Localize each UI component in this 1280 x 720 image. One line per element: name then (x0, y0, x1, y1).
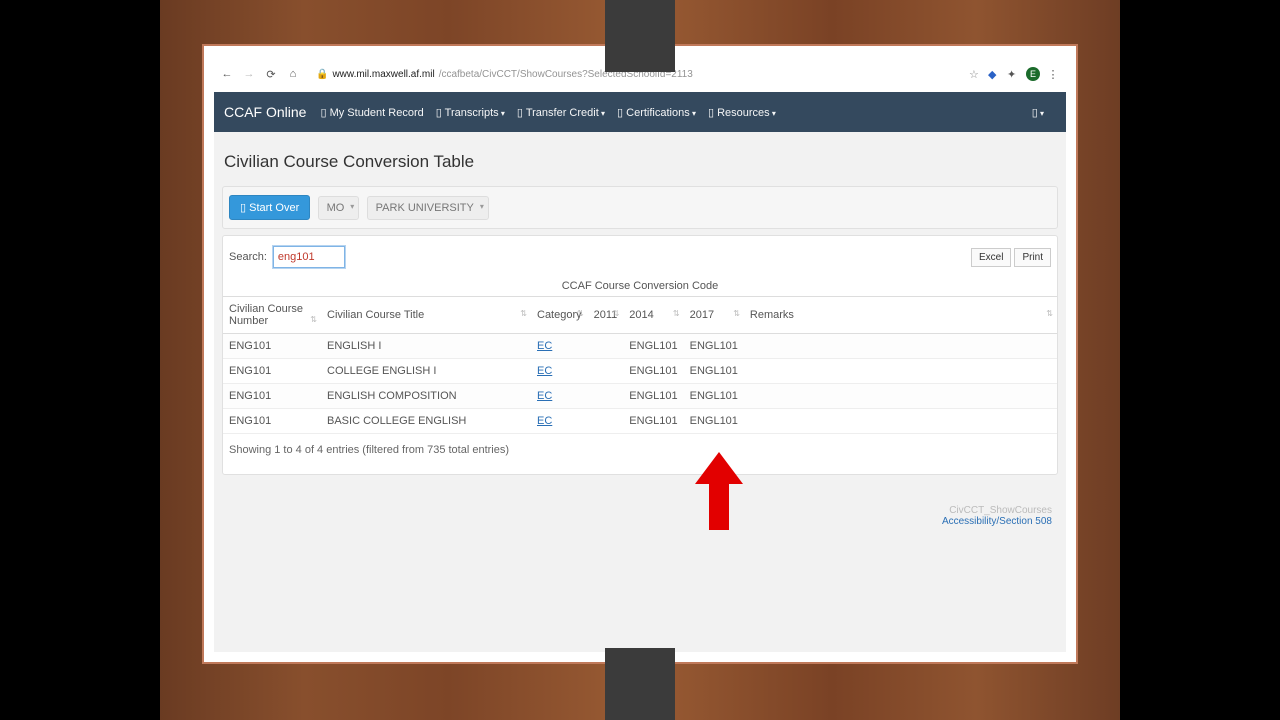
cell-2017: ENGL101 (684, 409, 744, 434)
results-table: Civilian Course Number⇅ Civilian Course … (223, 296, 1057, 434)
cell-2014: ENGL101 (623, 334, 683, 359)
entries-info: Showing 1 to 4 of 4 entries (filtered fr… (223, 434, 1057, 474)
cell-course-number: ENG101 (223, 384, 321, 409)
clipboard-clip-top (605, 0, 675, 72)
category-link[interactable]: EC (537, 390, 552, 402)
col-remarks[interactable]: Remarks⇅ (744, 297, 1057, 334)
cell-remarks (744, 384, 1057, 409)
grid-caption: CCAF Course Conversion Code (223, 272, 1057, 296)
filter-panel: ▯ Start Over MO PARK UNIVERSITY (222, 186, 1058, 229)
browser-window: ← → ⟳ ⌂ 🔒 www.mil.maxwell.af.mil/ccafbet… (214, 56, 1066, 652)
cell-2014: ENGL101 (623, 409, 683, 434)
cell-2014: ENGL101 (623, 359, 683, 384)
cell-course-title: ENGLISH COMPOSITION (321, 384, 531, 409)
nav-back-icon[interactable]: ← (220, 68, 234, 80)
col-2014[interactable]: 2014⇅ (623, 297, 683, 334)
app-navbar: CCAF Online ▯ My Student Record ▯ Transc… (214, 92, 1066, 132)
nav-resources[interactable]: ▯ Resources (708, 106, 776, 119)
col-2017[interactable]: 2017⇅ (684, 297, 744, 334)
page-footer: CivCCT_ShowCourses Accessibility/Section… (222, 475, 1058, 533)
cell-course-title: COLLEGE ENGLISH I (321, 359, 531, 384)
nav-my-student-record[interactable]: ▯ My Student Record (320, 106, 423, 119)
school-select[interactable]: PARK UNIVERSITY (367, 196, 489, 220)
annotation-arrow-icon (695, 452, 743, 530)
cell-category: EC (531, 359, 588, 384)
cell-category: EC (531, 384, 588, 409)
footer-crumb: CivCCT_ShowCourses (222, 505, 1052, 516)
page-title: Civilian Course Conversion Table (224, 152, 1058, 172)
accessibility-link[interactable]: Accessibility/Section 508 (942, 516, 1052, 527)
cell-2011 (588, 409, 624, 434)
col-category[interactable]: Category⇅ (531, 297, 588, 334)
bookmark-star-icon[interactable]: ☆ (969, 68, 982, 81)
cell-course-title: ENGLISH I (321, 334, 531, 359)
print-button[interactable]: Print (1014, 248, 1051, 267)
col-course-number[interactable]: Civilian Course Number⇅ (223, 297, 321, 334)
category-link[interactable]: EC (537, 365, 552, 377)
nav-user-menu[interactable]: ▯ (1032, 106, 1044, 119)
profile-avatar[interactable]: E (1026, 67, 1040, 81)
col-2011[interactable]: 2011⇅ (588, 297, 624, 334)
nav-transcripts[interactable]: ▯ Transcripts (436, 106, 505, 119)
url-host: www.mil.maxwell.af.mil (332, 69, 434, 80)
table-row: ENG101BASIC COLLEGE ENGLISH EC ENGL101ENGL… (223, 409, 1057, 434)
cell-category: EC (531, 409, 588, 434)
extension-icon[interactable]: ◆ (988, 68, 1001, 81)
cell-2017: ENGL101 (684, 334, 744, 359)
category-link[interactable]: EC (537, 340, 552, 352)
search-input[interactable] (273, 246, 345, 268)
kebab-menu-icon[interactable]: ⋮ (1046, 68, 1060, 81)
lock-icon: 🔒 (316, 69, 328, 80)
start-over-button[interactable]: ▯ Start Over (229, 195, 310, 220)
cell-2014: ENGL101 (623, 384, 683, 409)
cell-remarks (744, 334, 1057, 359)
cell-course-number: ENG101 (223, 359, 321, 384)
cell-2011 (588, 359, 624, 384)
cell-2011 (588, 334, 624, 359)
nav-home-icon[interactable]: ⌂ (286, 68, 300, 80)
col-course-title[interactable]: Civilian Course Title⇅ (321, 297, 531, 334)
nav-transfer-credit[interactable]: ▯ Transfer Credit (517, 106, 605, 119)
search-row: Search: Excel Print (223, 236, 1057, 272)
cell-course-number: ENG101 (223, 409, 321, 434)
cell-course-number: ENG101 (223, 334, 321, 359)
extensions-puzzle-icon[interactable]: ✦ (1007, 68, 1020, 81)
cell-2011 (588, 384, 624, 409)
cell-category: EC (531, 334, 588, 359)
export-excel-button[interactable]: Excel (971, 248, 1011, 267)
table-row: ENG101ENGLISH I EC ENGL101ENGL101 (223, 334, 1057, 359)
cell-remarks (744, 409, 1057, 434)
nav-forward-icon[interactable]: → (242, 68, 256, 80)
cell-2017: ENGL101 (684, 359, 744, 384)
table-row: ENG101ENGLISH COMPOSITION EC ENGL101ENGL10… (223, 384, 1057, 409)
nav-reload-icon[interactable]: ⟳ (264, 68, 278, 81)
nav-certifications[interactable]: ▯ Certifications (617, 106, 696, 119)
category-link[interactable]: EC (537, 415, 552, 427)
clipboard-clip-bottom (605, 648, 675, 720)
state-select[interactable]: MO (318, 196, 360, 220)
cell-course-title: BASIC COLLEGE ENGLISH (321, 409, 531, 434)
clipboard-paper: ← → ⟳ ⌂ 🔒 www.mil.maxwell.af.mil/ccafbet… (202, 44, 1078, 664)
brand-label[interactable]: CCAF Online (224, 104, 306, 120)
extension-tray: ☆ ◆ ✦ E ⋮ (969, 67, 1060, 81)
cell-remarks (744, 359, 1057, 384)
table-row: ENG101COLLEGE ENGLISH I EC ENGL101ENGL101 (223, 359, 1057, 384)
results-panel: Search: Excel Print CCAF Course Conversi… (222, 235, 1058, 475)
page-body: Civilian Course Conversion Table ▯ Start… (214, 132, 1066, 652)
search-label: Search: (229, 251, 267, 263)
cell-2017: ENGL101 (684, 384, 744, 409)
